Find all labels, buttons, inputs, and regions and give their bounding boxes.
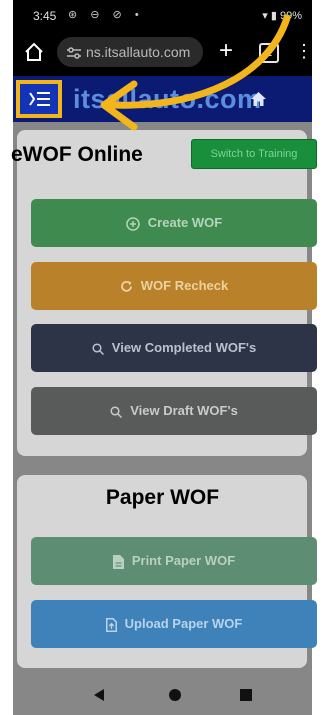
pointer-arrow-annotation	[100, 14, 291, 131]
